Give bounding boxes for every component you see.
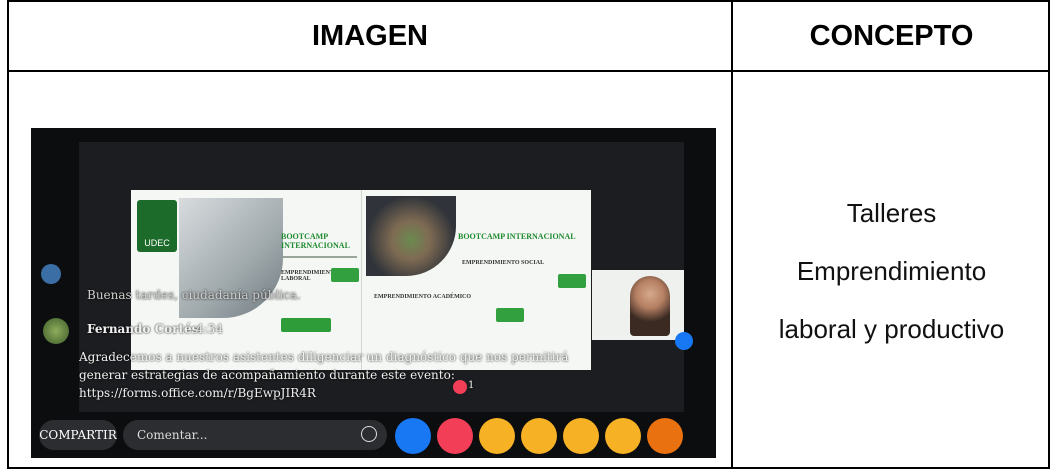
emoji-icon[interactable] (361, 426, 377, 442)
sad-reaction-icon[interactable] (605, 418, 641, 454)
concept-line-1: Talleres (846, 197, 937, 228)
share-button[interactable]: COMPARTIR (39, 420, 117, 450)
item-social: EMPRENDIMIENTO SOCIAL (462, 260, 545, 266)
wow-reaction-icon[interactable] (563, 418, 599, 454)
chat-line-0: Buenas tardes, ciudadanía pública. (87, 288, 301, 302)
angry-reaction-icon[interactable] (647, 418, 683, 454)
avatar-1[interactable] (41, 264, 61, 284)
concept-line-3: laboral y productivo (778, 313, 1005, 344)
chat-msg-1: Agradecemos a nuestros asistentes dilige… (79, 350, 569, 364)
header-imagen: IMAGEN (312, 19, 428, 52)
reaction-count: 1 (468, 380, 475, 391)
udec-logo: UDEC (137, 200, 177, 252)
chat-msg-2: generar estrategias de acompañamiento du… (79, 368, 455, 382)
header-concepto: CONCEPTO (809, 19, 974, 52)
concept-table: IMAGEN CONCEPTO Talleres Emprendimiento … (7, 0, 1050, 469)
chat-author[interactable]: Fernando Cortés (87, 322, 198, 336)
concept-cell: Talleres Emprendimiento laboral y produc… (733, 72, 1050, 469)
comment-input[interactable]: Comentar... (123, 420, 387, 450)
speaker-thumbnail[interactable] (592, 270, 684, 340)
slide-right-panel: BOOTCAMP INTERNACIONAL EMPRENDIMIENTO SO… (361, 190, 591, 370)
time-pill-3 (496, 308, 524, 322)
concept-line-2: Emprendimiento (796, 255, 987, 286)
time-pill-2 (558, 274, 586, 288)
comment-placeholder: Comentar... (137, 428, 208, 442)
love-reaction-badge[interactable] (453, 380, 467, 394)
slide-title-right: BOOTCAMP INTERNACIONAL (458, 232, 576, 241)
haha-reaction-icon[interactable] (521, 418, 557, 454)
like-reaction-icon[interactable] (395, 418, 431, 454)
green-bar (281, 318, 331, 332)
care-reaction-icon[interactable] (479, 418, 515, 454)
presentation-slide: UDEC BOOTCAMP INTERNACIONAL EMPRENDIMIEN… (131, 190, 591, 370)
slide-title-left: BOOTCAMP INTERNACIONAL (281, 232, 350, 250)
like-icon[interactable] (675, 332, 693, 350)
livestream-screenshot: UDEC BOOTCAMP INTERNACIONAL EMPRENDIMIEN… (31, 128, 716, 458)
love-reaction-icon[interactable] (437, 418, 473, 454)
avatar-fernando[interactable] (43, 318, 69, 344)
time-pill (331, 268, 359, 282)
hands-photo (366, 196, 456, 276)
speaker-face (630, 276, 670, 336)
item-academico: EMPRENDIMIENTO ACADÉMICO (374, 294, 472, 300)
chat-time: 4:34 (196, 322, 223, 336)
slide-left-panel: UDEC BOOTCAMP INTERNACIONAL EMPRENDIMIEN… (131, 190, 361, 370)
chat-link[interactable]: https://forms.office.com/r/BgEwpJIR4R (79, 386, 316, 400)
